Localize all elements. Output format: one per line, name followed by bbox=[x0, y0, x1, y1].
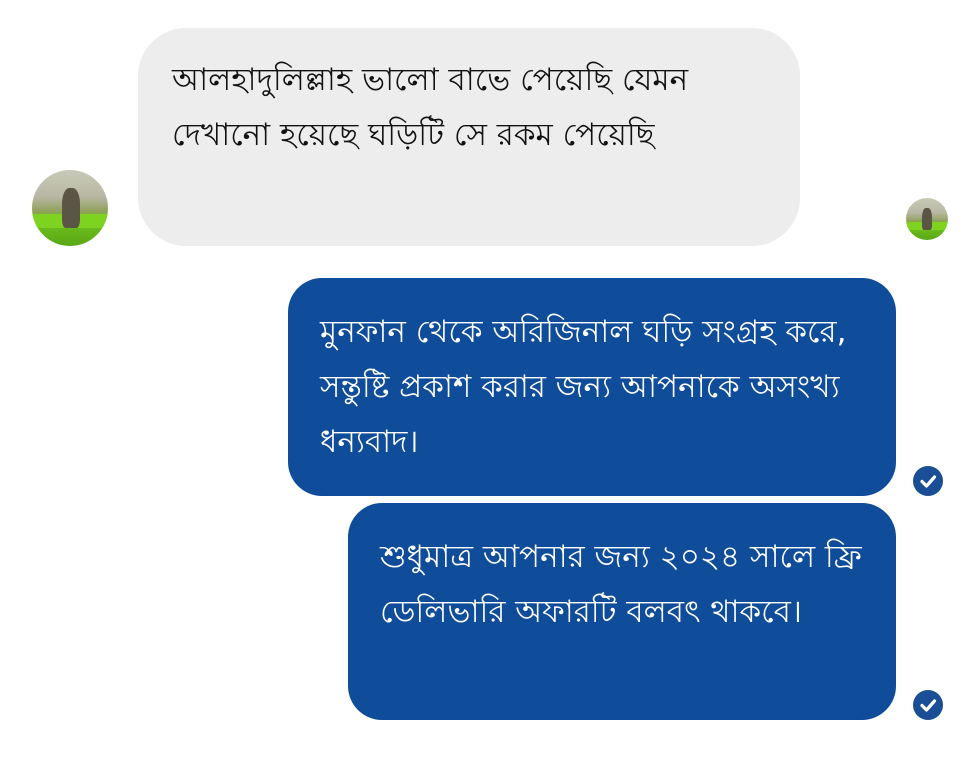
outgoing-message-text: শুধুমাত্র আপনার জন্য ২০২৪ সালে ফ্রি ডেলি… bbox=[380, 539, 862, 630]
contact-avatar[interactable] bbox=[32, 170, 108, 246]
outgoing-message-bubble[interactable]: মুনফান থেকে অরিজিনাল ঘড়ি সংগ্রহ করে, সন… bbox=[288, 278, 896, 496]
incoming-message-text: আলহাদুলিল্লাহ ভালো বাভে পেয়েছি যেমন দেখ… bbox=[172, 62, 689, 153]
avatar-figure bbox=[922, 208, 932, 230]
outgoing-message-bubble[interactable]: শুধুমাত্র আপনার জন্য ২০২৪ সালে ফ্রি ডেলি… bbox=[348, 503, 896, 720]
avatar-figure bbox=[62, 188, 80, 228]
read-receipt-avatar bbox=[906, 198, 948, 240]
check-circle-icon bbox=[913, 466, 943, 496]
check-circle-icon bbox=[913, 690, 943, 720]
incoming-message-bubble[interactable]: আলহাদুলিল্লাহ ভালো বাভে পেয়েছি যেমন দেখ… bbox=[138, 28, 800, 246]
outgoing-message-text: মুনফান থেকে অরিজিনাল ঘড়ি সংগ্রহ করে, সন… bbox=[320, 314, 847, 460]
